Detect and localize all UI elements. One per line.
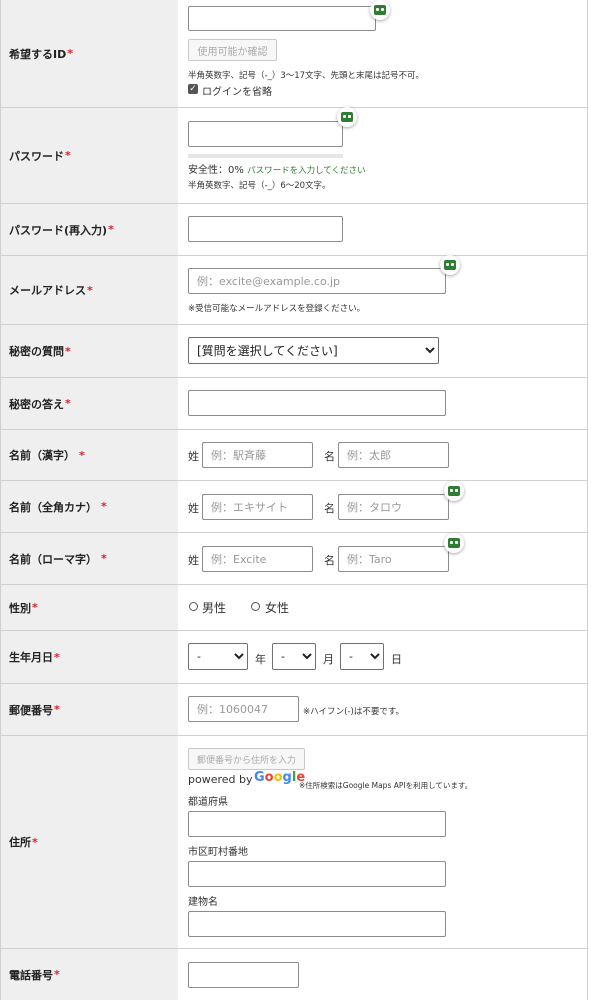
row-desired-id: 希望するID * 使用可能か確認 半角英数字、記号（-_）3〜17文字、先頭と末尾… <box>1 0 587 108</box>
phone-input[interactable] <box>188 962 299 988</box>
label-desired-id: 希望するID * <box>1 0 178 107</box>
row-secret-question: 秘密の質問 * [質問を選択してください] <box>1 325 587 378</box>
name-kanji-mei-input[interactable] <box>338 442 449 468</box>
label-email: メールアドレス * <box>1 256 178 324</box>
password-manager-icon[interactable] <box>444 533 464 553</box>
row-phone: 電話番号 * <box>1 949 587 1000</box>
name-roman-sei-input[interactable] <box>202 546 313 572</box>
name-kana-mei-input[interactable] <box>338 494 449 520</box>
day-unit: 日 <box>391 653 402 666</box>
required-mark: * <box>108 223 114 236</box>
label-address: 住所 * <box>1 736 178 948</box>
sei-label: 姓 <box>188 554 199 567</box>
year-unit: 年 <box>255 653 266 666</box>
gender-male-radio[interactable] <box>189 602 198 611</box>
label-password-confirm: パスワード(再入力) * <box>1 204 178 255</box>
label-password: パスワード * <box>1 108 178 203</box>
password-strength-bar <box>188 154 343 158</box>
mei-label: 名 <box>324 554 335 567</box>
mei-label: 名 <box>324 502 335 515</box>
required-mark: * <box>65 397 71 410</box>
password-manager-icon[interactable] <box>370 0 390 20</box>
mei-label: 名 <box>324 450 335 463</box>
row-address: 住所 * 郵便番号から住所を入力 powered by Google ※住所検索は… <box>1 736 587 949</box>
row-birthdate: 生年月日 * - 年 - 月 - 日 <box>1 631 587 684</box>
birth-month-select[interactable]: - <box>272 643 316 670</box>
prefecture-input[interactable] <box>188 811 446 837</box>
sei-label: 姓 <box>188 502 199 515</box>
required-mark: * <box>54 703 60 716</box>
password-note: 半角英数字、記号（-_）6〜20文字。 <box>188 181 331 191</box>
required-mark: * <box>65 344 71 358</box>
label-postal-code: 郵便番号 * <box>1 684 178 735</box>
gender-female-radio[interactable] <box>251 602 260 611</box>
google-maps-note: ※住所検索はGoogle Maps APIを利用しています。 <box>299 781 473 790</box>
label-secret-answer: 秘密の答え * <box>1 378 178 429</box>
label-name-kana: 名前（全角カナ） * <box>1 481 178 532</box>
row-name-roman: 名前（ローマ字）* 姓 名 <box>1 533 587 585</box>
building-label: 建物名 <box>188 897 218 908</box>
required-mark: * <box>79 448 85 462</box>
google-logo: Google <box>254 770 306 785</box>
label-birthdate: 生年月日 * <box>1 631 178 683</box>
required-mark: * <box>87 283 93 297</box>
building-input[interactable] <box>188 911 446 937</box>
prefecture-label: 都道府県 <box>188 797 228 808</box>
postal-code-input[interactable] <box>188 696 299 722</box>
month-unit: 月 <box>323 653 334 666</box>
email-note: ※受信可能なメールアドレスを登録ください。 <box>188 304 366 314</box>
birth-day-select[interactable]: - <box>340 643 384 670</box>
row-password: パスワード * 安全性：0% パスワードを入力してください 半角英数字、記号（-_… <box>1 107 587 204</box>
secret-answer-input[interactable] <box>188 390 446 416</box>
label-gender: 性別 * <box>1 585 178 630</box>
password-manager-icon[interactable] <box>444 481 464 501</box>
password-strength-label: 安全性：0% <box>188 165 244 176</box>
label-secret-question: 秘密の質問 * <box>1 325 178 377</box>
check-icon[interactable]: ✓ <box>188 84 198 94</box>
registration-form: 希望するID * 使用可能か確認 半角英数字、記号（-_）3〜17文字、先頭と末尾… <box>0 0 588 1000</box>
name-roman-mei-input[interactable] <box>338 546 449 572</box>
skip-login-label[interactable]: ログインを省略 <box>202 83 272 98</box>
city-label: 市区町村番地 <box>188 847 248 858</box>
label-name-roman: 名前（ローマ字） * <box>1 533 178 584</box>
email-input[interactable] <box>188 268 446 294</box>
city-input[interactable] <box>188 861 446 887</box>
required-mark: * <box>67 47 73 60</box>
label-phone: 電話番号 * <box>1 949 178 1000</box>
row-name-kana: 名前（全角カナ）* 姓 名 <box>1 481 587 533</box>
required-mark: * <box>101 552 107 565</box>
required-mark: * <box>54 968 60 981</box>
password-strength-hint: パスワードを入力してください <box>247 166 366 176</box>
powered-by-label: powered by <box>188 773 253 786</box>
row-postal-code: 郵便番号* ※ハイフン(-)は不要です。 <box>1 684 587 736</box>
password-confirm-input[interactable] <box>188 216 343 242</box>
gender-female-label[interactable]: 女性 <box>265 599 289 616</box>
row-email: メールアドレス* ※受信可能なメールアドレスを登録ください。 <box>1 255 587 325</box>
required-mark: * <box>65 149 71 162</box>
desired-id-note: 半角英数字、記号（-_）3〜17文字、先頭と末尾は記号不可。 <box>188 71 425 81</box>
required-mark: * <box>32 601 38 614</box>
sei-label: 姓 <box>188 450 199 463</box>
required-mark: * <box>54 650 60 664</box>
birth-year-select[interactable]: - <box>188 643 248 670</box>
row-gender: 性別 * 男性 女性 <box>1 585 587 631</box>
check-availability-button[interactable]: 使用可能か確認 <box>188 39 277 61</box>
required-mark: * <box>101 500 107 513</box>
name-kana-sei-input[interactable] <box>202 494 313 520</box>
password-input[interactable] <box>188 121 343 147</box>
password-manager-icon[interactable] <box>337 107 357 127</box>
label-name-kanji: 名前（漢字） * <box>1 430 178 480</box>
secret-question-select[interactable]: [質問を選択してください] <box>188 337 439 364</box>
desired-id-input[interactable] <box>188 6 376 31</box>
gender-male-label[interactable]: 男性 <box>202 599 226 616</box>
name-kanji-sei-input[interactable] <box>202 442 313 468</box>
password-manager-icon[interactable] <box>440 255 460 275</box>
address-lookup-button[interactable]: 郵便番号から住所を入力 <box>188 748 305 770</box>
row-name-kanji: 名前（漢字）* 姓 名 <box>1 430 587 481</box>
row-secret-answer: 秘密の答え * <box>1 378 587 430</box>
row-password-confirm: パスワード(再入力) * <box>1 204 587 256</box>
postal-code-note: ※ハイフン(-)は不要です。 <box>303 707 404 717</box>
required-mark: * <box>32 835 38 849</box>
